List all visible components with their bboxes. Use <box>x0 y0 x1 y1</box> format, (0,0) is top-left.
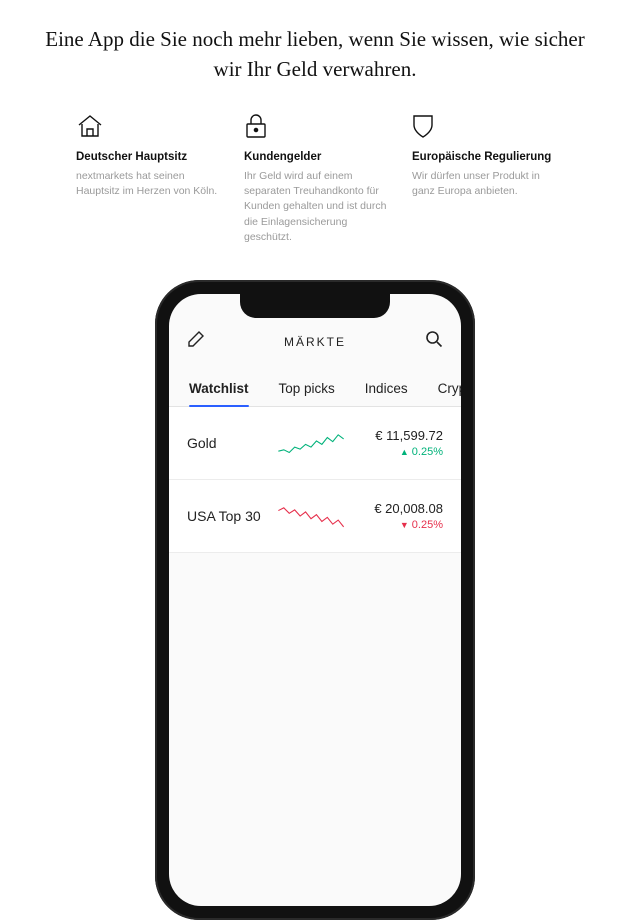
feature-regulierung: Europäische Regulierung Wir dürfen unser… <box>412 113 562 245</box>
market-delta: 0.25% <box>351 446 443 458</box>
feature-kundengelder: Kundengelder Ihr Geld wird auf einem sep… <box>244 113 394 245</box>
feature-desc: Ihr Geld wird auf einem separaten Treuha… <box>244 169 394 245</box>
house-icon <box>76 113 226 141</box>
feature-hauptsitz: Deutscher Hauptsitz nextmarkets hat sein… <box>76 113 226 245</box>
tab-top-picks[interactable]: Top picks <box>279 371 335 406</box>
sparkline-up <box>277 425 345 461</box>
feature-title: Deutscher Hauptsitz <box>76 151 226 163</box>
market-name: USA Top 30 <box>187 508 271 524</box>
shield-icon <box>412 113 562 141</box>
market-row-gold[interactable]: Gold € 11,599.72 0.25% <box>169 407 461 480</box>
phone-mockup: MÄRKTE Watchlist Top picks Indices Crypt… <box>155 280 475 920</box>
tab-crypto[interactable]: Crypto <box>438 371 461 406</box>
sparkline-down <box>277 498 345 534</box>
market-delta: 0.25% <box>351 519 443 531</box>
lock-icon <box>244 113 394 141</box>
features-row: Deutscher Hauptsitz nextmarkets hat sein… <box>0 85 630 245</box>
headline: Eine App die Sie noch mehr lieben, wenn … <box>0 0 630 85</box>
tab-watchlist[interactable]: Watchlist <box>189 371 249 406</box>
feature-title: Kundengelder <box>244 151 394 163</box>
feature-desc: Wir dürfen unser Produkt in ganz Europa … <box>412 169 562 199</box>
edit-icon[interactable] <box>187 330 205 353</box>
feature-desc: nextmarkets hat seinen Hauptsitz im Herz… <box>76 169 226 199</box>
market-name: Gold <box>187 435 271 451</box>
market-price: € 20,008.08 <box>351 501 443 516</box>
market-row-usa-top-30[interactable]: USA Top 30 € 20,008.08 0.25% <box>169 480 461 553</box>
feature-title: Europäische Regulierung <box>412 151 562 163</box>
tab-indices[interactable]: Indices <box>365 371 408 406</box>
market-price: € 11,599.72 <box>351 428 443 443</box>
phone-notch <box>240 294 390 318</box>
search-icon[interactable] <box>425 330 443 353</box>
app-title: MÄRKTE <box>284 335 346 349</box>
tabs: Watchlist Top picks Indices Crypto <box>169 365 461 407</box>
